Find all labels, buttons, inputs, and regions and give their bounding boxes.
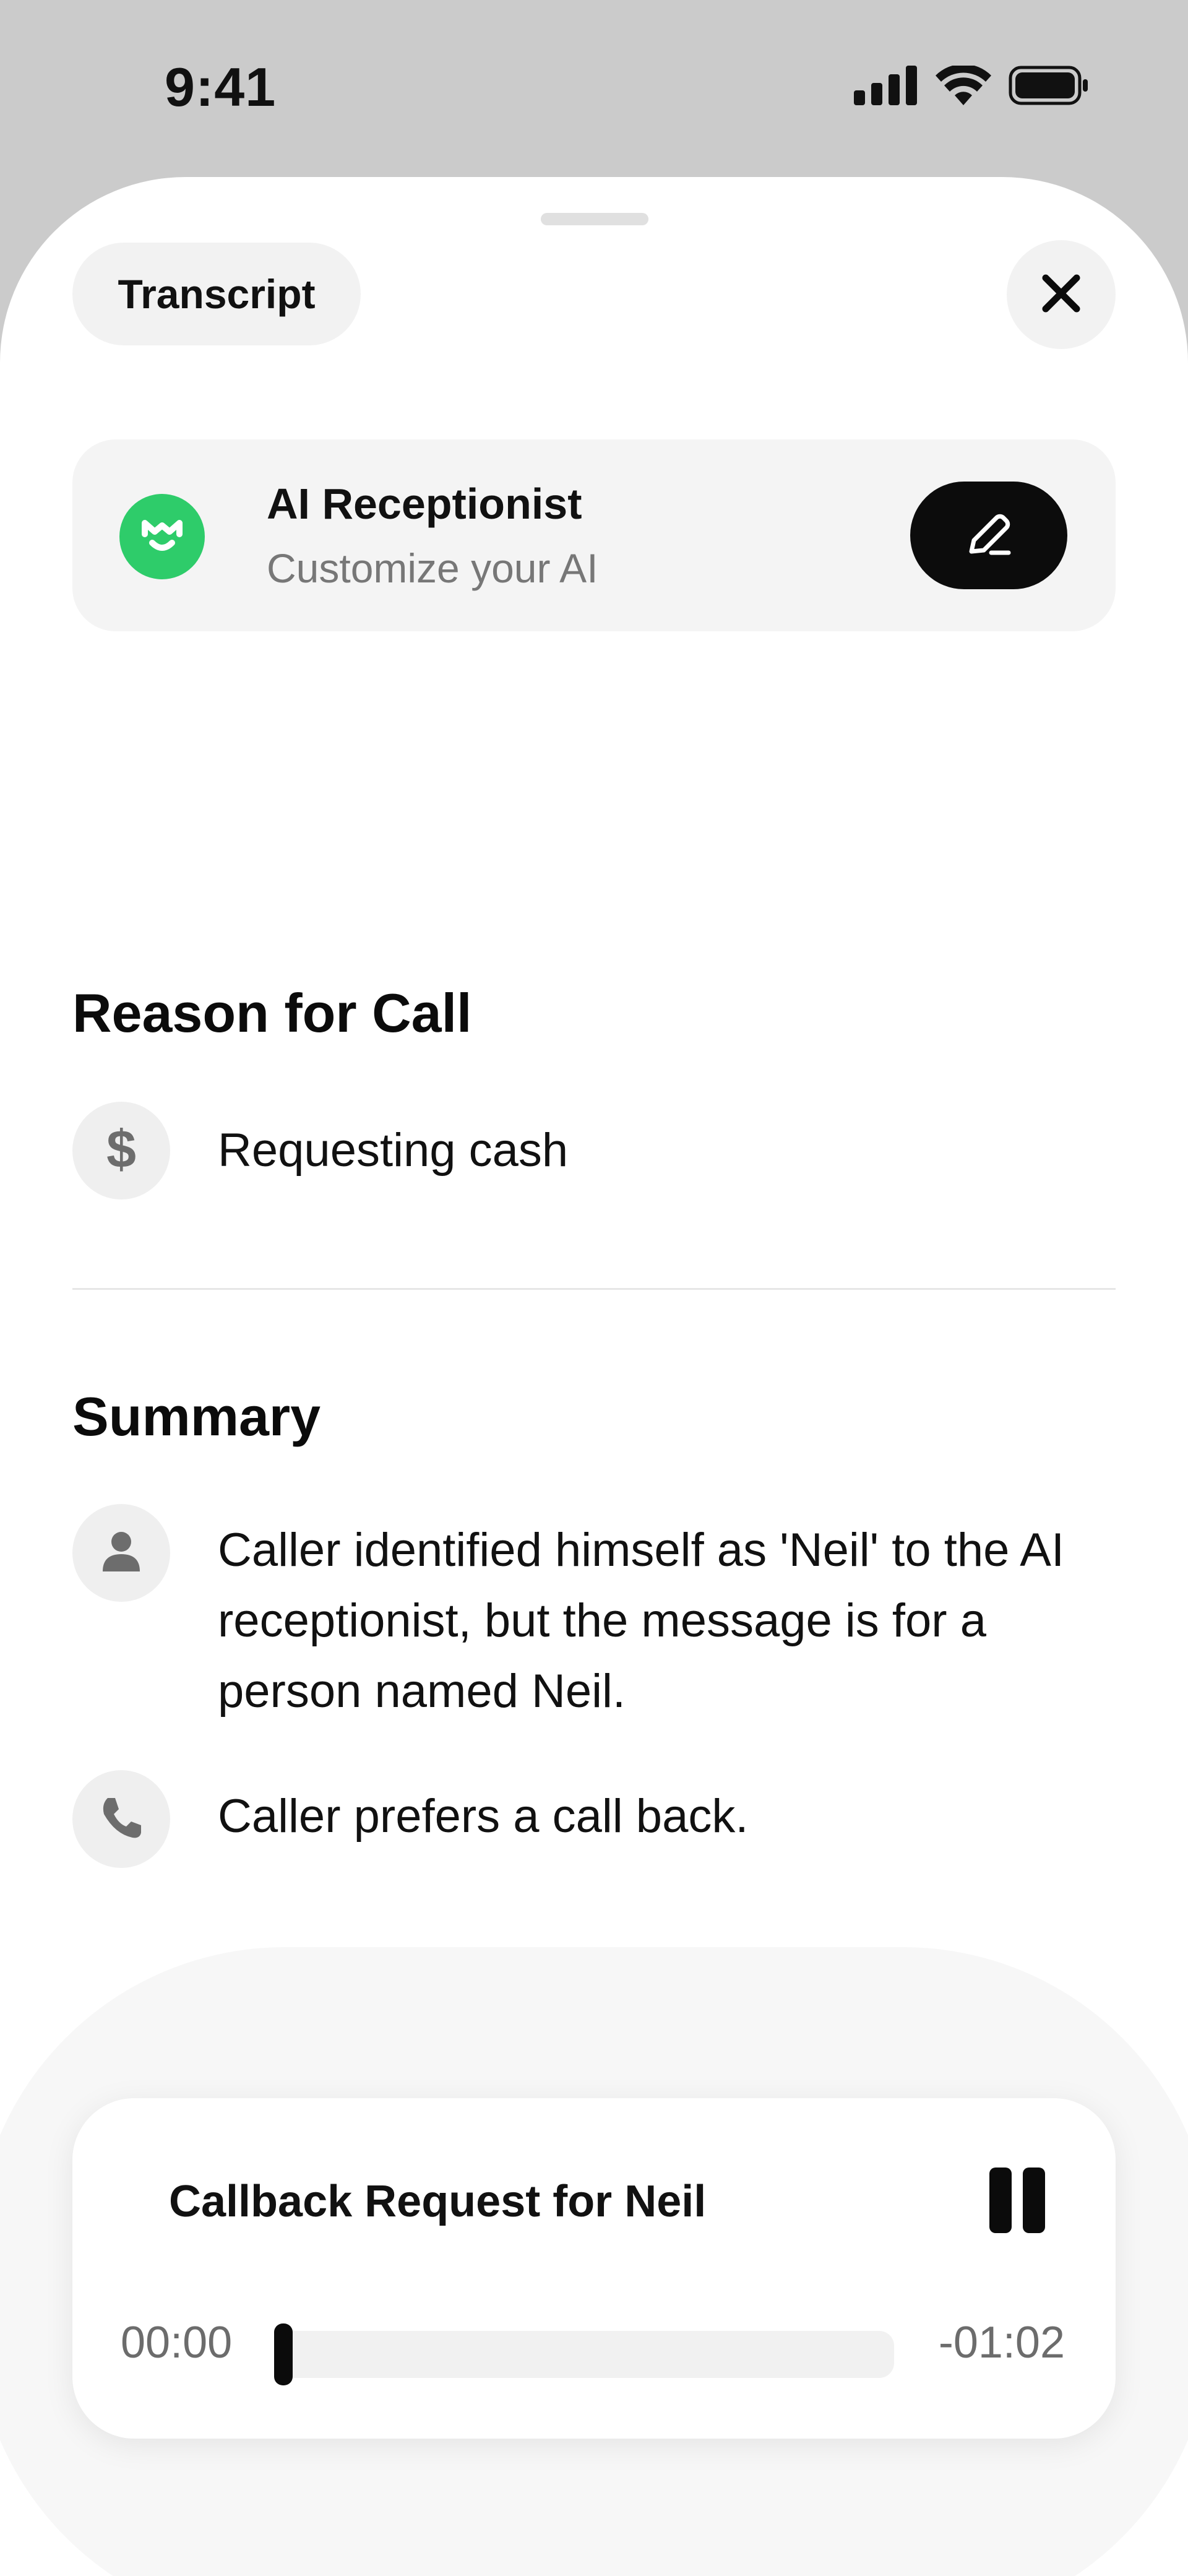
summary-item-icon [72,1770,170,1868]
reason-heading: Reason for Call [72,982,472,1044]
summary-heading: Summary [72,1386,321,1447]
svg-text:$: $ [106,1122,136,1177]
status-time: 9:41 [165,56,277,118]
battery-icon [1009,66,1089,108]
summary-item-text: Caller prefers a call back. [218,1790,749,1843]
person-icon [97,1527,146,1580]
reason-item-text: Requesting cash [218,1124,569,1177]
audio-player: Callback Request for Neil 00:00 -01:02 [72,2098,1116,2439]
section-divider [72,1288,1116,1290]
progress-handle[interactable] [274,2323,293,2385]
status-icons [854,64,1089,108]
ai-card-title: AI Receptionist [267,480,582,528]
pause-button[interactable] [989,2168,1045,2233]
pause-icon-bar [989,2168,1012,2233]
pause-icon-bar [1023,2168,1045,2233]
summary-item-icon [72,1504,170,1602]
phone-icon [97,1793,146,1846]
dollar-icon: $ [100,1120,143,1180]
elapsed-time: 00:00 [121,2318,233,2367]
progress-track[interactable] [274,2331,894,2378]
close-icon [1040,272,1083,318]
bottom-sheet: Transcript AI Receptionist Customize you… [0,177,1188,2576]
sheet-grabber[interactable] [541,213,648,225]
ai-logo [119,494,205,579]
remaining-time: -01:02 [938,2318,1065,2367]
ai-receptionist-card[interactable]: AI Receptionist Customize your AI [72,439,1116,631]
ai-logo-icon [136,509,188,564]
pencil-icon [963,508,1015,563]
cellular-signal-icon [854,66,918,108]
reason-item-icon: $ [72,1102,170,1199]
edit-ai-button[interactable] [910,482,1067,589]
wifi-icon [936,64,991,108]
summary-item-text: Caller identified himself as 'Neil' to t… [218,1524,1065,1718]
player-title: Callback Request for Neil [169,2177,707,2226]
transcript-tab[interactable]: Transcript [72,243,361,345]
ai-card-subtitle: Customize your AI [267,545,598,591]
status-bar: 9:41 [0,0,1188,173]
close-button[interactable] [1007,240,1116,349]
